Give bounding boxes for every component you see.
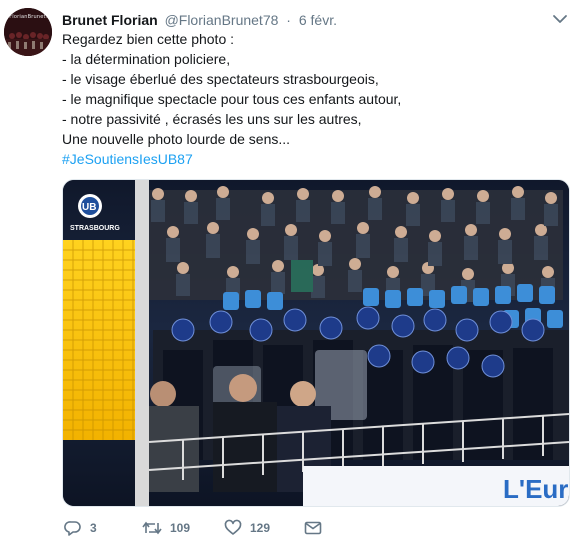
banner-text: L'Euro bbox=[503, 474, 569, 504]
direct-message-icon bbox=[304, 521, 322, 535]
like-button[interactable]: 129 bbox=[224, 518, 270, 538]
avatar-caption: @FlorianBrunet78 bbox=[4, 14, 52, 20]
logo-bottom-text: STRASBOURG bbox=[70, 225, 120, 232]
retweet-button[interactable]: 109 bbox=[142, 518, 190, 538]
tweet-text-line: - le visage éberlué des spectateurs stra… bbox=[62, 71, 379, 87]
author-name[interactable]: Brunet Florian bbox=[62, 12, 158, 28]
author-handle[interactable]: @FlorianBrunet78 bbox=[165, 12, 279, 28]
tweet-header: Brunet Florian @FlorianBrunet78 · 6 févr… bbox=[62, 11, 337, 29]
tweet-text-line: - la détermination policiere, bbox=[62, 51, 231, 67]
stadium-photo: L'Euro UB STRASBOURG bbox=[63, 180, 569, 506]
tweet-actions: 3 109 129 bbox=[62, 518, 562, 538]
tweet-text-line: Regardez bien cette photo : bbox=[62, 31, 235, 47]
advertising-banner: L'Euro bbox=[303, 466, 569, 506]
retweet-count: 109 bbox=[170, 521, 191, 535]
header-separator: · bbox=[286, 12, 291, 28]
retweet-icon bbox=[142, 521, 162, 535]
author-avatar[interactable]: @FlorianBrunet78 bbox=[4, 8, 52, 56]
tweet-date[interactable]: 6 févr. bbox=[299, 12, 337, 28]
like-icon bbox=[224, 519, 242, 535]
logo-top-text: UB bbox=[82, 202, 96, 213]
hashtag-link[interactable]: #JeSoutiensIesUB87 bbox=[62, 149, 562, 169]
tweet-text-line: Une nouvelle photo lourde de sens... bbox=[62, 131, 291, 147]
tweet-text: Regardez bien cette photo : - la détermi… bbox=[62, 29, 562, 169]
reply-icon bbox=[64, 521, 81, 536]
tweet-text-line: - le magnifique spectacle pour tous ces … bbox=[62, 91, 402, 107]
reply-button[interactable]: 3 bbox=[64, 518, 97, 538]
like-count: 129 bbox=[250, 521, 271, 535]
direct-message-button[interactable] bbox=[304, 518, 322, 538]
tweet-photo[interactable]: L'Euro UB STRASBOURG bbox=[62, 179, 570, 507]
tweet-text-line: - notre passivité , écrasés les uns sur … bbox=[62, 111, 362, 127]
tweet[interactable]: @FlorianBrunet78 Brunet Florian @Florian… bbox=[0, 0, 576, 538]
reply-count: 3 bbox=[90, 521, 97, 535]
spectators bbox=[143, 186, 563, 302]
chevron-down-icon[interactable] bbox=[551, 10, 569, 28]
